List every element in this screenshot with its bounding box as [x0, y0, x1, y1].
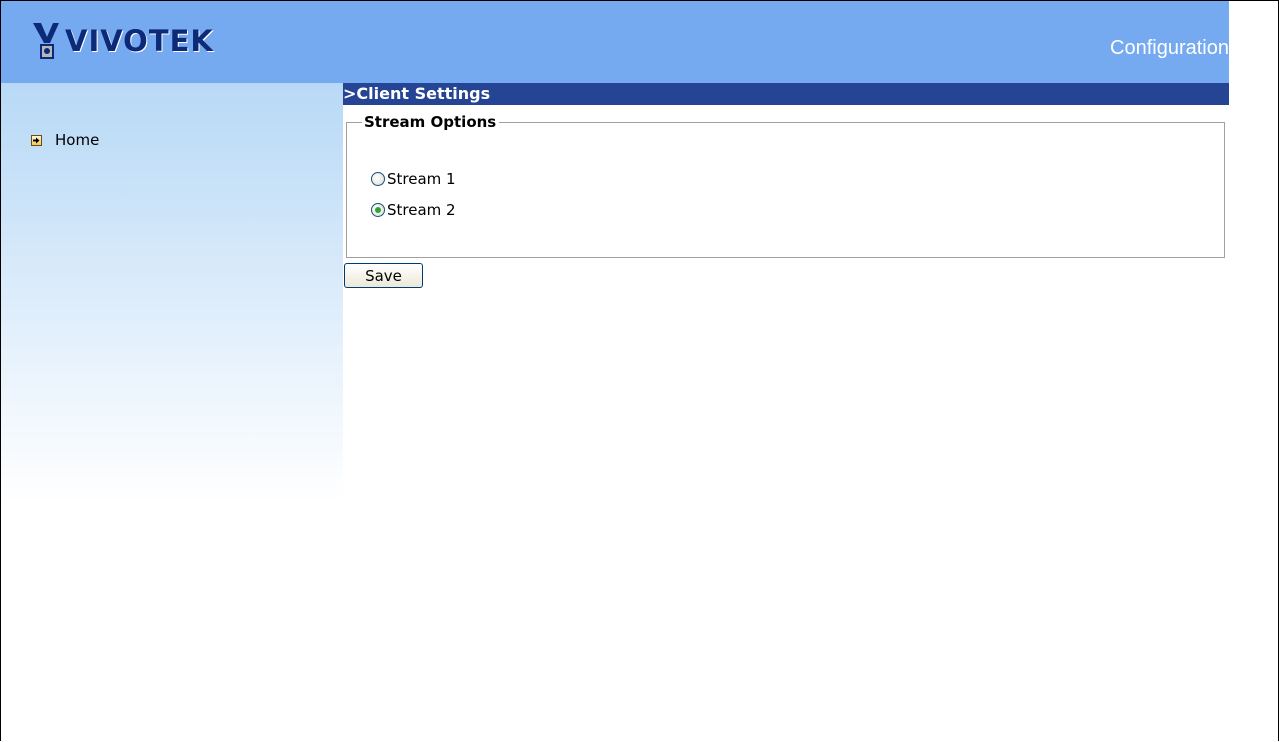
stream-1-option[interactable]: Stream 1 [371, 170, 456, 188]
page-header: VIVOTEK Configuration [1, 1, 1229, 83]
stream-options-legend: Stream Options [362, 113, 500, 131]
stream-1-label: Stream 1 [387, 170, 456, 188]
section-title-bar: >Client Settings [343, 83, 1229, 105]
stream-2-option[interactable]: Stream 2 [371, 201, 456, 219]
sidebar-item-home[interactable]: Home [31, 131, 99, 149]
sidebar-item-label: Home [55, 131, 100, 149]
browser-frame: VIVOTEK Configuration Home >Client Setti… [0, 0, 1279, 741]
logo-text: VIVOTEK [65, 24, 214, 58]
stream-options-group: Stream Options Stream 1 Stream 2 [346, 113, 1225, 258]
stream-2-label: Stream 2 [387, 201, 456, 219]
sidebar: Home [1, 83, 343, 503]
vivotek-logo: VIVOTEK [31, 21, 214, 61]
camera-logo-icon [31, 21, 63, 61]
save-button[interactable]: Save [344, 263, 423, 288]
header-title: Configuration [1110, 37, 1229, 59]
stream-2-radio[interactable] [371, 203, 385, 217]
arrow-right-box-icon [31, 134, 42, 146]
stream-1-radio[interactable] [371, 172, 385, 186]
